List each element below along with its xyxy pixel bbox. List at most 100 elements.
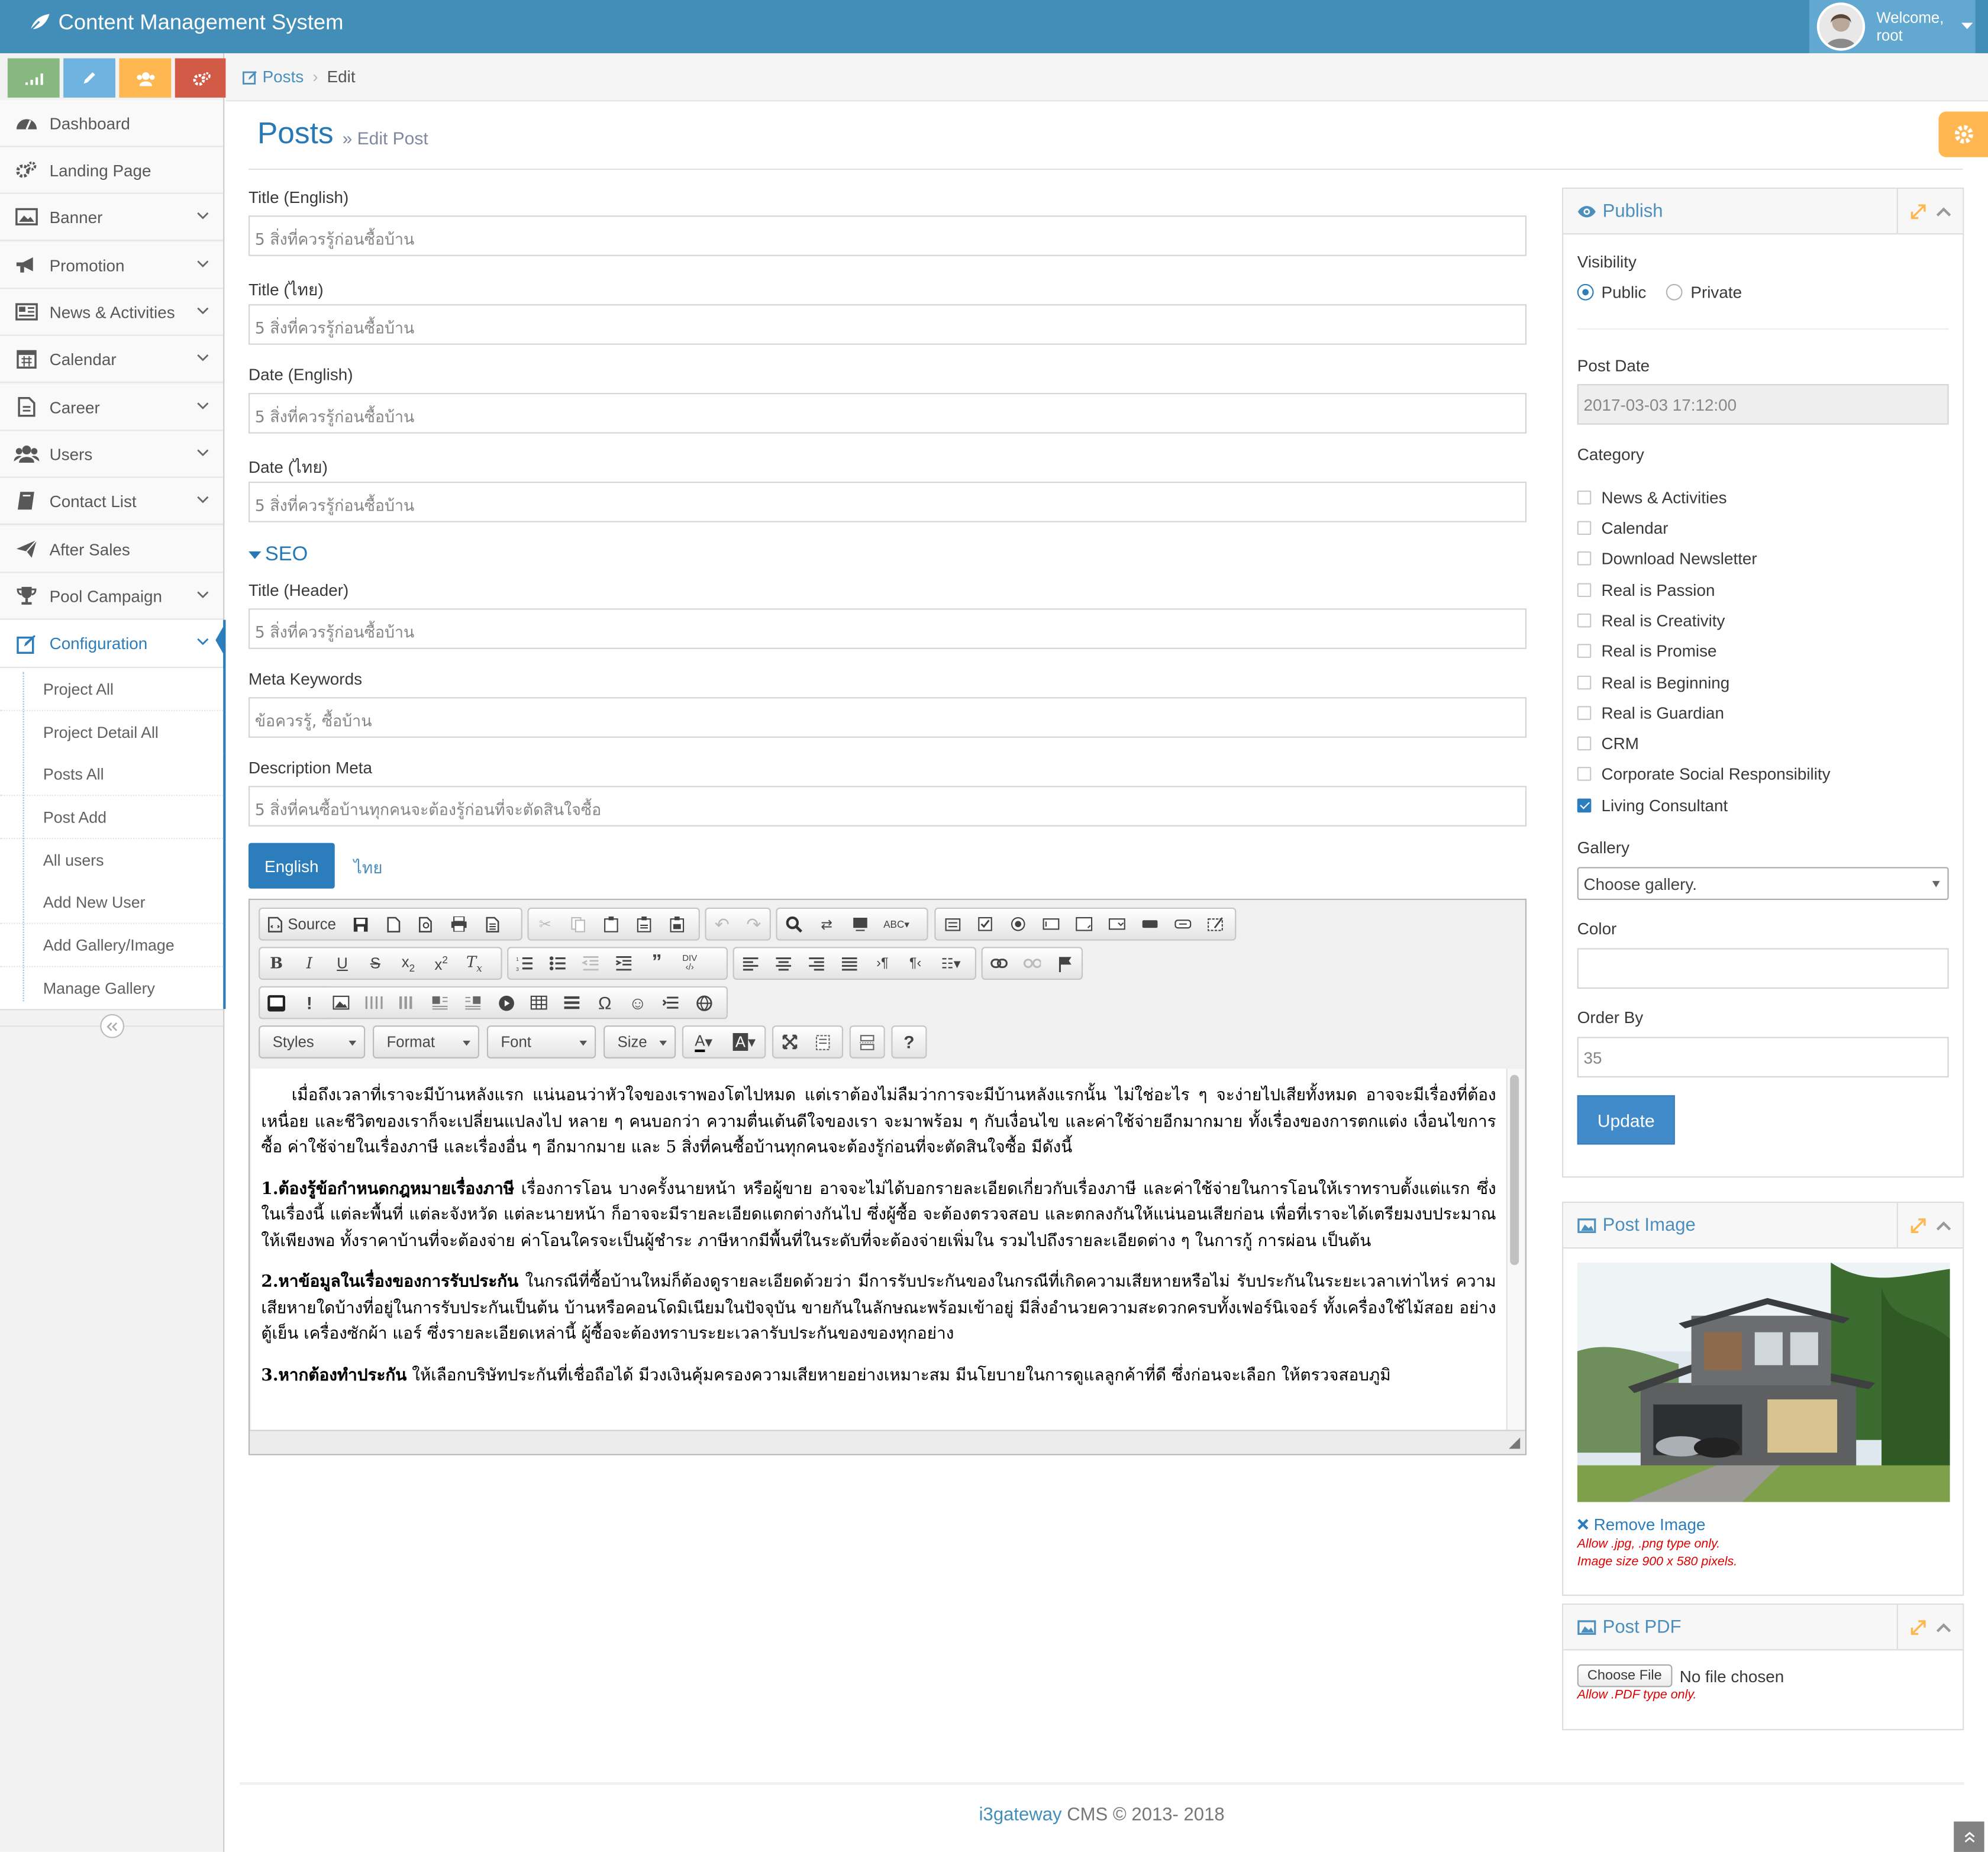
templates-block-button[interactable] (851, 1027, 884, 1057)
cut-button[interactable]: ✂ (529, 909, 562, 939)
sidebar-item-configuration[interactable]: Configuration (0, 620, 224, 668)
image-button[interactable] (325, 988, 358, 1018)
sidebar-item-banner[interactable]: Banner (0, 193, 224, 241)
submenu-item-manage-gallery[interactable]: Manage Gallery (0, 967, 224, 1011)
bulleted-list-button[interactable] (541, 948, 575, 978)
text-color-button[interactable]: A ▾ (683, 1027, 724, 1057)
preview-button[interactable] (409, 909, 443, 939)
category-item[interactable]: News & Activities (1577, 488, 1727, 507)
select-all-button[interactable] (843, 909, 876, 939)
category-checkbox[interactable] (1577, 491, 1592, 505)
date-en-input[interactable]: 5 สิ่งที่ควรรู้ก่อนซื้อบ้าน (248, 393, 1527, 434)
align-left-button[interactable] (734, 948, 767, 978)
date-th-input[interactable]: 5 สิ่งที่ควรรู้ก่อนซื้อบ้าน (248, 482, 1527, 522)
category-item[interactable]: Real is Guardian (1577, 704, 1724, 722)
button-button[interactable] (1134, 909, 1167, 939)
smiley-button[interactable]: ☺ (621, 988, 654, 1018)
category-item[interactable]: Real is Passion (1577, 580, 1715, 599)
category-item[interactable]: Corporate Social Responsibility (1577, 764, 1831, 783)
justify-button[interactable] (833, 948, 866, 978)
editor-scroll-thumb[interactable] (1510, 1075, 1519, 1266)
checkbox-button[interactable] (969, 909, 1002, 939)
post-date-input[interactable]: 2017-03-03 17:12:00 (1577, 384, 1949, 425)
columns2-button[interactable] (390, 988, 424, 1018)
sidebar-item-users[interactable]: Users (0, 431, 224, 478)
underline-button[interactable]: U (326, 948, 359, 978)
sidebar-item-news-activities[interactable]: News & Activities (0, 289, 224, 336)
tab-english[interactable]: English (248, 843, 335, 889)
page-break-button[interactable] (654, 988, 688, 1018)
tab-thai[interactable]: ไทย (354, 854, 383, 881)
sidebar-item-after-sales[interactable]: After Sales (0, 526, 224, 573)
submenu-item-posts-all[interactable]: Posts All (0, 753, 224, 796)
hidden-field-button[interactable] (1199, 909, 1232, 939)
category-item[interactable]: Real is Beginning (1577, 673, 1729, 692)
visibility-private-radio[interactable] (1666, 283, 1683, 301)
columns-button[interactable] (357, 988, 390, 1018)
layout-left-button[interactable] (424, 988, 457, 1018)
category-checkbox-checked[interactable] (1577, 798, 1592, 813)
copy-button[interactable] (561, 909, 595, 939)
language-button[interactable]: ☷▾ (932, 948, 970, 978)
remove-image-link[interactable]: Remove Image (1577, 1515, 1706, 1534)
find-button[interactable] (777, 909, 811, 939)
superscript-button[interactable]: x2 (425, 948, 458, 978)
title-th-input[interactable]: 5 สิ่งที่ควรรู้ก่อนซื้อบ้าน (248, 304, 1527, 345)
sidebar-collapse-button[interactable] (100, 1014, 125, 1038)
submenu-item-add-new-user[interactable]: Add New User (0, 880, 224, 924)
category-item[interactable]: Download Newsletter (1577, 549, 1757, 568)
meta-keywords-input[interactable]: ข้อควรรู้, ซื้อบ้าน (248, 697, 1527, 738)
ltr-button[interactable]: ›¶ (866, 948, 899, 978)
order-by-input[interactable]: 35 (1577, 1037, 1949, 1077)
strike-button[interactable]: S (359, 948, 392, 978)
category-checkbox[interactable] (1577, 767, 1592, 781)
unlink-button[interactable] (1015, 948, 1048, 978)
undo-button[interactable]: ↶ (706, 909, 738, 939)
category-item[interactable]: CRM (1577, 734, 1639, 753)
spellcheck-button[interactable]: ABC▾ (876, 909, 917, 939)
paste-button[interactable] (595, 909, 628, 939)
update-button[interactable]: Update (1577, 1095, 1675, 1145)
resize-handle-icon[interactable] (1509, 1437, 1521, 1449)
sidebar-item-dashboard[interactable]: Dashboard (0, 100, 224, 147)
category-checkbox[interactable] (1577, 613, 1592, 628)
expand-icon[interactable] (1910, 1218, 1925, 1233)
seo-title-input[interactable]: 5 สิ่งที่ควรรู้ก่อนซื้อบ้าน (248, 608, 1527, 649)
chevron-up-icon[interactable] (1935, 1622, 1951, 1632)
app-brand[interactable]: Content Management System (28, 10, 344, 36)
category-checkbox[interactable] (1577, 521, 1592, 535)
expand-icon[interactable] (1910, 1619, 1925, 1635)
category-item[interactable]: Real is Promise (1577, 641, 1717, 660)
choose-file-button[interactable]: Choose File (1577, 1664, 1672, 1688)
breadcrumb-posts-link[interactable]: Posts (263, 67, 304, 86)
category-item[interactable]: Real is Creativity (1577, 611, 1725, 630)
format-select[interactable]: Format (373, 1025, 480, 1059)
textfield-button[interactable] (1035, 909, 1068, 939)
image-button-button[interactable] (1166, 909, 1199, 939)
new-page-button[interactable] (376, 909, 409, 939)
align-right-button[interactable] (800, 948, 833, 978)
shortcut-stats[interactable] (7, 58, 60, 98)
rtl-button[interactable]: ¶‹ (899, 948, 932, 978)
category-checkbox[interactable] (1577, 551, 1592, 566)
redo-button[interactable]: ↷ (738, 909, 770, 939)
submenu-item-add-gallery[interactable]: Add Gallery/Image (0, 924, 224, 967)
source-button[interactable]: Source (260, 909, 343, 939)
bg-color-button[interactable]: A ▾ (724, 1027, 765, 1057)
align-center-button[interactable] (767, 948, 800, 978)
sidebar-item-calendar[interactable]: Calendar (0, 335, 224, 383)
link-button[interactable] (983, 948, 1016, 978)
paste-word-button[interactable] (660, 909, 693, 939)
submenu-item-project-detail-all[interactable]: Project Detail All (0, 711, 224, 754)
youtube-button[interactable] (489, 988, 522, 1018)
numbered-list-button[interactable]: 13 (508, 948, 541, 978)
sidebar-item-pool-campaign[interactable]: Pool Campaign (0, 573, 224, 620)
print-button[interactable] (443, 909, 476, 939)
div-container-button[interactable]: DIV ‹/› (673, 948, 706, 978)
blockquote-button[interactable]: ” (640, 948, 673, 978)
shortcut-edit[interactable] (63, 58, 116, 98)
styles-select[interactable]: Styles (259, 1025, 366, 1059)
radio-button[interactable] (1002, 909, 1035, 939)
flash-button[interactable] (260, 988, 293, 1018)
color-input[interactable] (1577, 948, 1949, 989)
